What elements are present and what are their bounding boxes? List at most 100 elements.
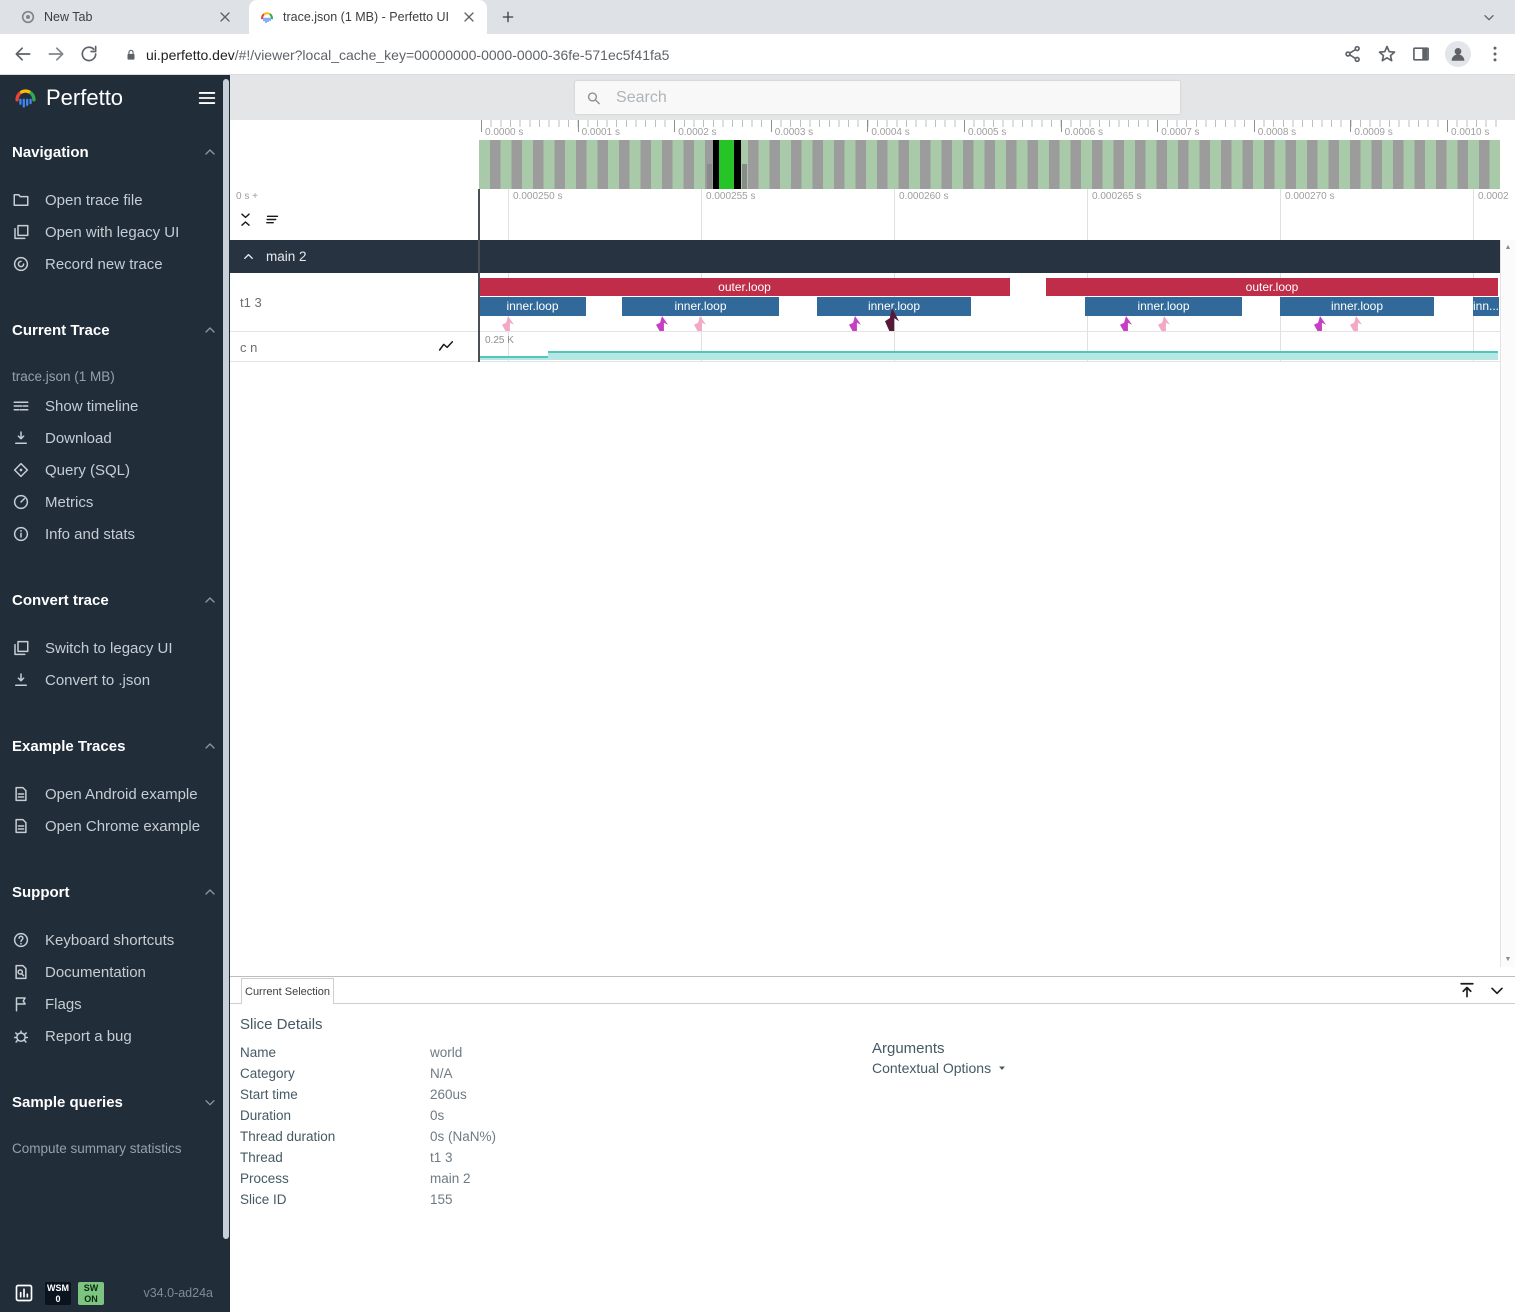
sidebar-item-convert-to-json[interactable]: Convert to .json	[12, 664, 218, 696]
process-group-header[interactable]: main 2	[230, 240, 1500, 273]
slice-details-heading: Slice Details	[240, 1016, 1515, 1033]
slice-inner-loop[interactable]: inn...	[1473, 297, 1499, 316]
browser-tab-new-tab[interactable]: New Tab	[10, 0, 243, 34]
details-row-duration: Duration0s	[240, 1105, 496, 1126]
section-header-example-traces[interactable]: Example Traces	[12, 736, 218, 756]
collapse-panel-icon[interactable]	[1487, 980, 1507, 1000]
viewport-handle-left[interactable]	[707, 164, 712, 189]
back-button[interactable]	[13, 44, 33, 64]
tab-current-selection[interactable]: Current Selection	[241, 978, 334, 1004]
thread-track-label-panel[interactable]: t1 3	[230, 273, 479, 331]
scroll-up-arrow[interactable]: ▲	[1501, 244, 1515, 251]
bookmark-star-icon[interactable]	[1377, 44, 1397, 64]
side-panel-icon[interactable]	[1411, 44, 1431, 64]
instant-marker[interactable]	[694, 316, 706, 331]
url-bar[interactable]: ui.perfetto.dev/#!/viewer?local_cache_ke…	[112, 41, 1337, 69]
sidebar-item-record-new-trace[interactable]: Record new trace	[12, 248, 218, 280]
instant-marker[interactable]	[502, 316, 514, 331]
tab-search-chevron-icon[interactable]	[1481, 9, 1497, 25]
sidebar-item-open-android-example[interactable]: Open Android example	[12, 778, 218, 810]
sidebar-item-switch-to-legacy-ui[interactable]: Switch to legacy UI	[12, 632, 218, 664]
viewport-indicator[interactable]	[713, 140, 741, 189]
contextual-options-label: Contextual Options	[872, 1060, 991, 1076]
stats-box-icon[interactable]	[14, 1283, 34, 1303]
sidebar-item-info-and-stats[interactable]: Info and stats	[12, 518, 218, 550]
track-filter-icon[interactable]	[264, 211, 281, 228]
browser-tab-perfetto[interactable]: trace.json (1 MB) - Perfetto UI	[249, 0, 487, 34]
sidebar-item-show-timeline[interactable]: Show timeline	[12, 390, 218, 422]
perfetto-app: Perfetto NavigationOpen trace fileOpen w…	[0, 75, 1515, 1312]
expand-panel-icon[interactable]	[1457, 980, 1477, 1000]
new-tab-favicon-icon	[20, 9, 36, 25]
tab-close-icon[interactable]	[217, 9, 233, 25]
timeline-minimap[interactable]	[230, 140, 1515, 189]
collapse-tracks-icon[interactable]	[237, 211, 254, 228]
sidebar-item-open-trace-file[interactable]: Open trace file	[12, 184, 218, 216]
thread-track-content[interactable]: outer.loopouter.loopinner.loopinner.loop…	[479, 273, 1500, 331]
sidebar-section-sample-queries: Sample queries Compute summary statistics	[0, 1092, 230, 1162]
sidebar-item-compute-summary-statistics[interactable]: Compute summary statistics	[12, 1134, 218, 1162]
contextual-options-dropdown[interactable]: Contextual Options	[872, 1060, 1009, 1076]
instant-marker[interactable]	[656, 316, 668, 331]
sidebar-item-keyboard-shortcuts[interactable]: Keyboard shortcuts	[12, 924, 218, 956]
sidebar-item-open-chrome-example[interactable]: Open Chrome example	[12, 810, 218, 842]
sidebar-scrollbar[interactable]	[223, 79, 229, 1239]
counter-mode-icon[interactable]	[437, 338, 455, 356]
sidebar-item-report-a-bug[interactable]: Report a bug	[12, 1020, 218, 1052]
doc-icon	[12, 785, 30, 803]
section-header-sample-queries[interactable]: Sample queries	[12, 1092, 218, 1112]
perfetto-favicon-icon	[259, 9, 275, 25]
caret-down-icon	[995, 1061, 1009, 1075]
sidebar-item-flags[interactable]: Flags	[12, 988, 218, 1020]
browser-menu-icon[interactable]	[1485, 44, 1505, 64]
url-text: ui.perfetto.dev/#!/viewer?local_cache_ke…	[146, 47, 669, 63]
sidebar-item-metrics[interactable]: Metrics	[12, 486, 218, 518]
section-header-current-trace[interactable]: Current Trace	[12, 320, 218, 340]
sidebar-item-query-sql[interactable]: Query (SQL)	[12, 454, 218, 486]
sidebar-item-documentation[interactable]: Documentation	[12, 956, 218, 988]
section-header-support[interactable]: Support	[12, 882, 218, 902]
search-input[interactable]	[616, 89, 1170, 107]
overview-time-axis: 0.0000 s0.0001 s0.0002 s0.0003 s0.0004 s…	[230, 120, 1515, 140]
search-box[interactable]	[575, 81, 1180, 114]
collapse-group-icon[interactable]	[241, 249, 256, 264]
time-offset-label: 0 s +	[236, 191, 258, 202]
sw-badge: SWON	[78, 1282, 104, 1305]
scroll-down-arrow[interactable]: ▼	[1501, 956, 1515, 963]
share-icon[interactable]	[1343, 44, 1363, 64]
slice-inner-loop[interactable]: inner.loop	[479, 297, 586, 316]
tab-close-icon[interactable]	[461, 9, 477, 25]
section-title: Support	[12, 884, 70, 901]
hamburger-menu-icon[interactable]	[196, 87, 218, 109]
slice-inner-loop[interactable]: inner.loop	[1280, 297, 1434, 316]
slice-inner-loop[interactable]: inner.loop	[1085, 297, 1242, 316]
counter-track-label-panel[interactable]: c n	[230, 332, 479, 361]
forward-button[interactable]	[46, 44, 66, 64]
instant-marker[interactable]	[1350, 316, 1362, 331]
instant-marker[interactable]	[849, 316, 861, 331]
sidebar-item-download[interactable]: Download	[12, 422, 218, 454]
tracks-scrollbar[interactable]: ▲ ▼	[1500, 240, 1515, 967]
section-header-navigation[interactable]: Navigation	[12, 142, 218, 162]
avatar[interactable]	[1445, 41, 1471, 67]
sidebar-item-open-with-legacy-ui[interactable]: Open with legacy UI	[12, 216, 218, 248]
instant-marker[interactable]	[1120, 316, 1132, 331]
new-tab-button[interactable]	[500, 9, 516, 25]
reload-button[interactable]	[79, 44, 99, 64]
sidebar-item-label: Open Android example	[45, 786, 198, 803]
instant-marker[interactable]	[1314, 316, 1326, 331]
counter-track-content[interactable]: 0.25 K	[479, 332, 1500, 361]
slice-outer-loop[interactable]: outer.loop	[1046, 278, 1498, 296]
chevron-up-icon	[202, 884, 218, 900]
overview-tick-label: 0.0007 s	[1161, 127, 1199, 138]
sidebar-section-example-traces: Example Traces Open Android example Open C…	[0, 736, 230, 842]
viewport-handle-right[interactable]	[742, 164, 747, 189]
gridline	[1280, 189, 1281, 240]
slice-inner-loop[interactable]: inner.loop	[622, 297, 779, 316]
section-header-convert-trace[interactable]: Convert trace	[12, 590, 218, 610]
tab-title: trace.json (1 MB) - Perfetto UI	[283, 10, 453, 24]
details-label: Thread	[240, 1147, 430, 1168]
chevron-up-icon	[202, 592, 218, 608]
instant-marker[interactable]	[1158, 316, 1170, 331]
slice-outer-loop[interactable]: outer.loop	[479, 278, 1010, 296]
